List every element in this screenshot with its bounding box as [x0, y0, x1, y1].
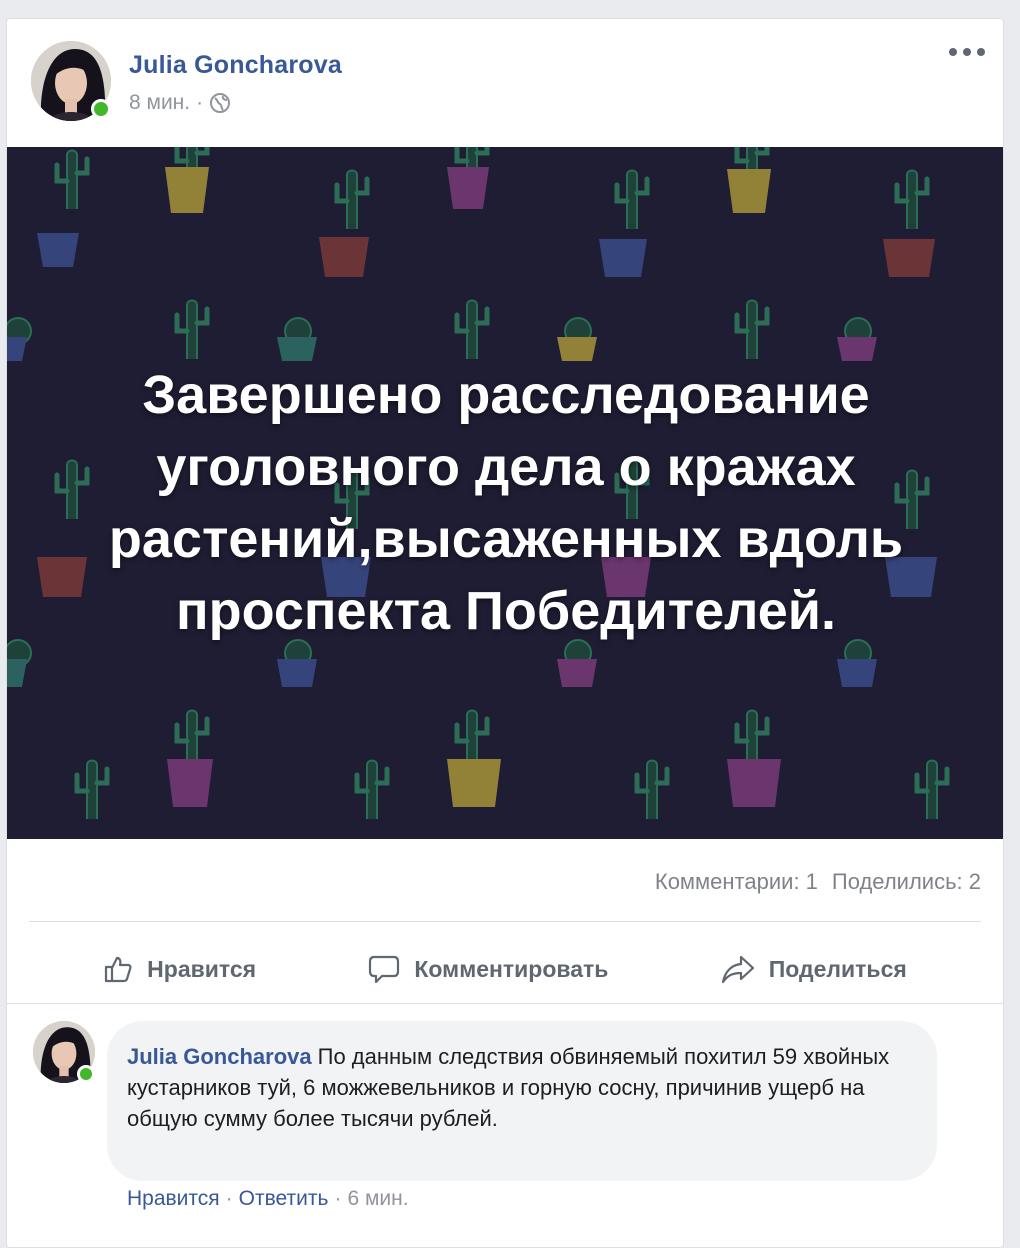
divider — [29, 921, 981, 922]
comment-reply-link[interactable]: Ответить — [239, 1187, 329, 1211]
online-status-dot — [77, 1065, 95, 1083]
share-icon — [721, 955, 754, 984]
post-image-text: Завершено расследование уголовного дела … — [108, 365, 904, 641]
comments-count[interactable]: Комментарии: 1 — [655, 869, 818, 895]
share-label: Поделиться — [768, 955, 907, 982]
post-stats: Комментарии: 1 Поделились: 2 — [655, 869, 981, 895]
post-time[interactable]: 8 мин. — [129, 91, 190, 115]
post-author-name[interactable]: Julia Goncharova — [129, 51, 342, 80]
like-icon — [105, 956, 132, 983]
comment-actions: Нравится · Ответить · 6 мин. — [127, 1187, 409, 1211]
comment-icon — [369, 955, 400, 984]
post-header: Julia Goncharova 8 мин. · — [7, 19, 1003, 147]
post-meta: 8 мин. · — [129, 91, 231, 115]
more-options-icon[interactable] — [949, 43, 985, 61]
meta-separator: · — [196, 91, 204, 114]
comment-label: Комментировать — [414, 955, 609, 982]
divider — [7, 1003, 1003, 1004]
like-button[interactable]: Нравится — [103, 954, 256, 984]
share-button[interactable]: Поделиться — [721, 954, 907, 984]
shares-count[interactable]: Поделились: 2 — [832, 869, 981, 895]
post-image[interactable]: Завершено расследование уголовного дела … — [7, 147, 1003, 839]
online-status-dot — [91, 99, 111, 119]
comment-actions-separator: · — [334, 1187, 342, 1210]
comment-bubble: Julia Goncharova По данным следствия обви… — [107, 1021, 937, 1181]
comment-button[interactable]: Комментировать — [368, 954, 608, 984]
comment-actions-separator: · — [225, 1187, 233, 1210]
comment-time[interactable]: 6 мин. — [347, 1187, 408, 1211]
comment-like-link[interactable]: Нравится — [127, 1187, 220, 1211]
globe-icon[interactable] — [209, 92, 231, 114]
like-label: Нравится — [147, 955, 257, 982]
post-card: Julia Goncharova 8 мин. · Завершено расс… — [6, 18, 1004, 1248]
post-actions: Нравится Комментировать Поделиться — [7, 941, 1003, 997]
comment-author-name[interactable]: Julia Goncharova — [127, 1044, 312, 1069]
